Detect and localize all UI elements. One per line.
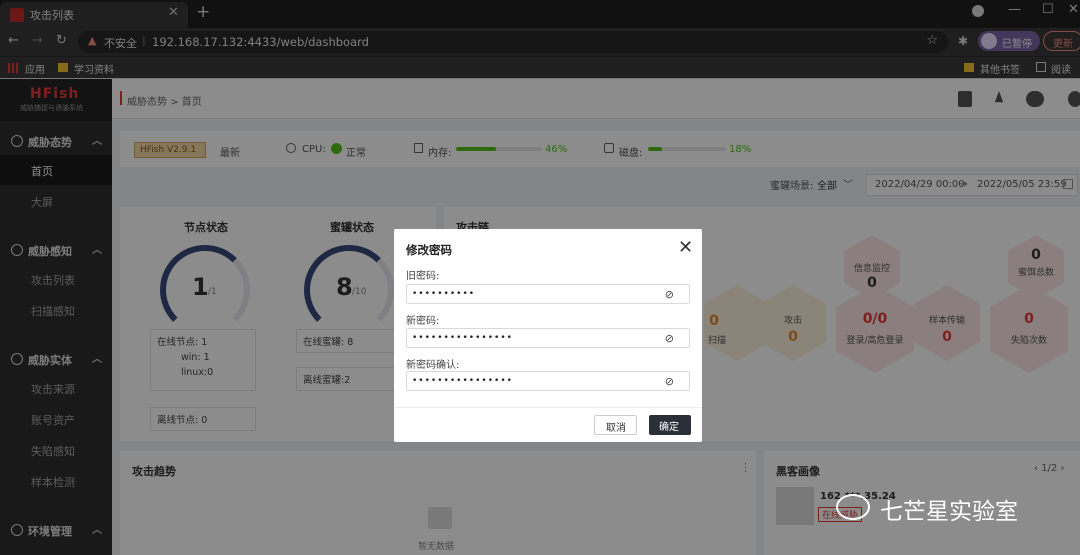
confirm-button[interactable]: 确定 (649, 415, 691, 435)
eye-slash-icon[interactable]: ⊘ (665, 288, 675, 301)
watermark: 七芒星实验室 (836, 492, 1056, 525)
eye-slash-icon[interactable]: ⊘ (665, 375, 675, 388)
dialog-title: 修改密码 (406, 243, 452, 257)
confirm-password-label: 新密码确认: (406, 360, 460, 371)
dialog-divider (394, 407, 702, 408)
old-password-value: •••••••••• (412, 289, 476, 299)
old-password-label: 旧密码: (406, 271, 440, 282)
confirm-password-field[interactable]: •••••••••••••••• ⊘ (406, 371, 690, 391)
old-password-field[interactable]: •••••••••• ⊘ (406, 284, 690, 304)
new-password-value: •••••••••••••••• (412, 333, 513, 343)
wechat-icon (836, 494, 870, 520)
cancel-button[interactable]: 取消 (594, 415, 637, 435)
close-icon[interactable]: ✕ (678, 237, 693, 258)
watermark-text: 七芒星实验室 (880, 499, 1018, 525)
eye-slash-icon[interactable]: ⊘ (665, 332, 675, 345)
new-password-label: 新密码: (406, 316, 440, 327)
change-password-dialog: 修改密码 ✕ 旧密码: •••••••••• ⊘ 新密码: •••••••••••… (394, 229, 702, 442)
new-password-field[interactable]: •••••••••••••••• ⊘ (406, 328, 690, 348)
confirm-password-value: •••••••••••••••• (412, 376, 513, 386)
